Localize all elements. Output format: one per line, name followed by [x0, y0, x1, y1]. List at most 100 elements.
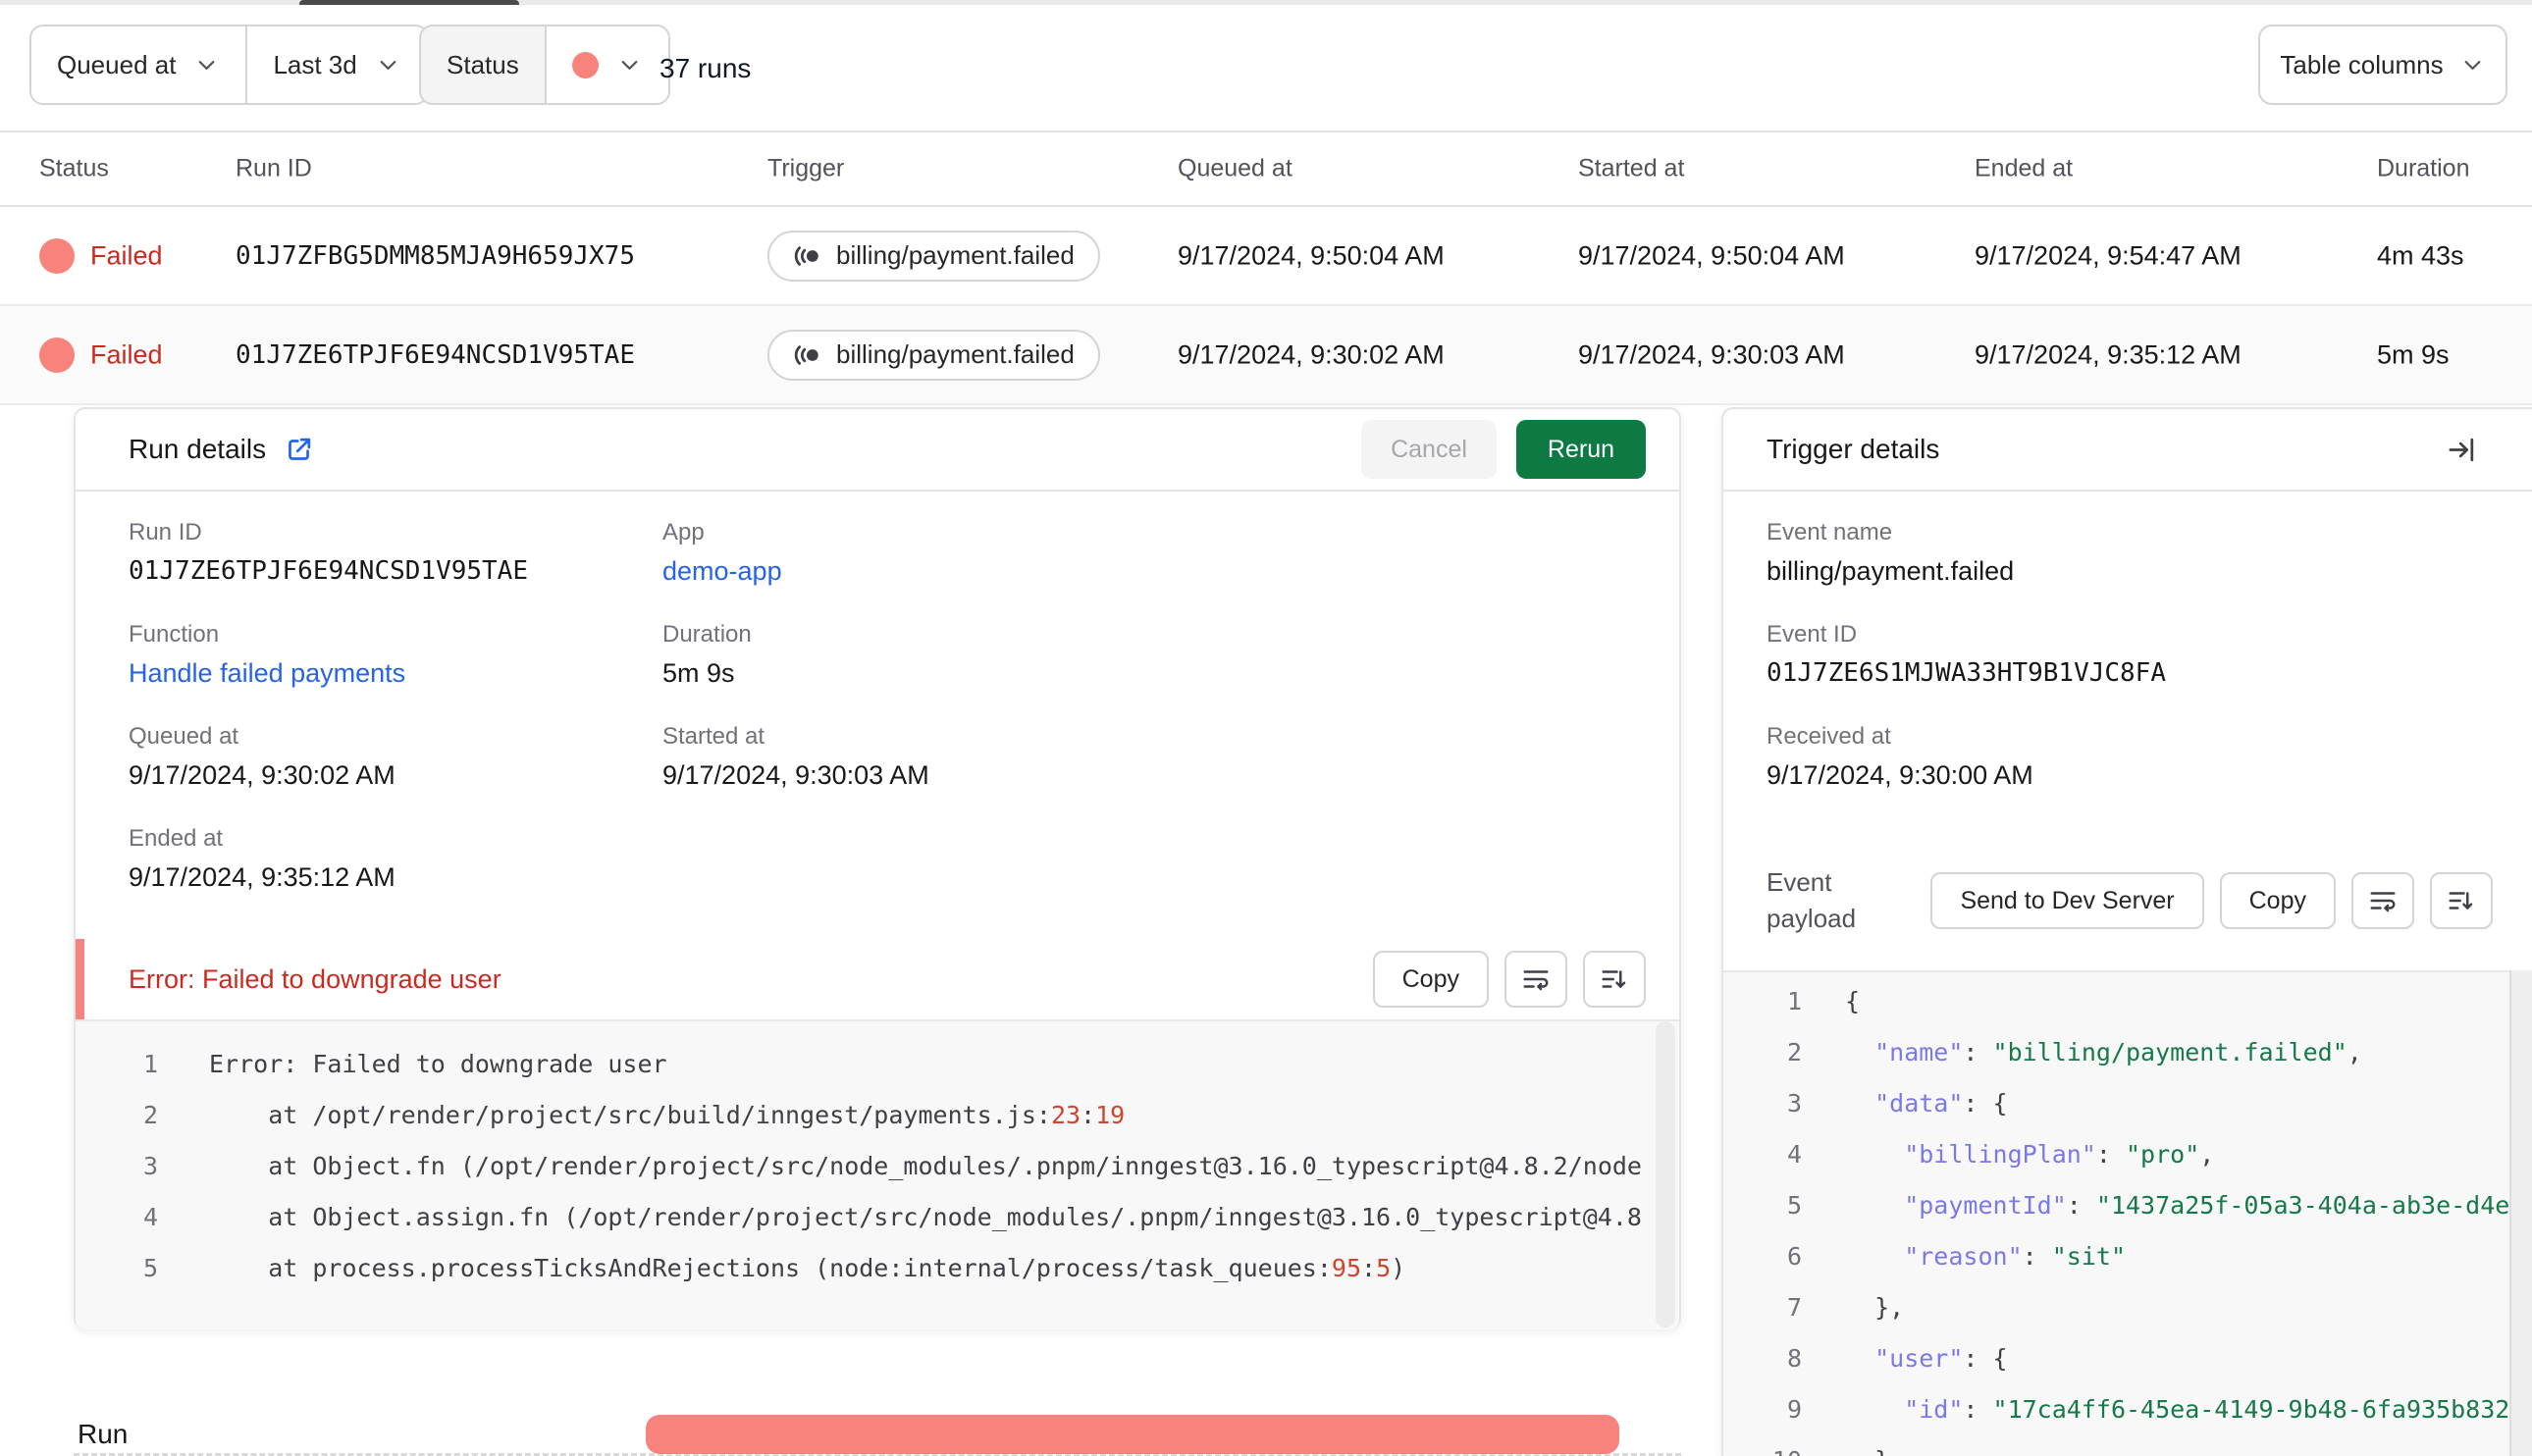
code-line: 3 "data": { [1723, 1078, 2532, 1129]
rerun-button[interactable]: Rerun [1515, 420, 1646, 479]
failed-status-dot-icon [39, 337, 75, 373]
code-line: 7 }, [1723, 1282, 2532, 1333]
code-line: 2 "name": "billing/payment.failed", [1723, 1027, 2532, 1078]
line-number: 7 [1786, 1293, 1802, 1322]
line-number: 3 [1786, 1089, 1802, 1118]
duration-field: Duration 5m 9s [662, 621, 752, 689]
event-name-label: Event name [1767, 519, 1893, 546]
status-filter-label: Status [421, 26, 545, 103]
received-at-label: Received at [1767, 723, 1891, 750]
copy-payload-button[interactable]: Copy [2219, 872, 2336, 929]
payload-scrollbar[interactable] [2509, 970, 2532, 1456]
copy-error-button[interactable]: Copy [1372, 951, 1489, 1008]
line-number: 4 [1786, 1140, 1802, 1169]
line-number: 3 [142, 1152, 158, 1180]
line-number: 4 [142, 1203, 158, 1231]
line-number: 1 [142, 1050, 158, 1078]
word-wrap-button[interactable] [1504, 951, 1567, 1008]
run-timeline-bar[interactable] [646, 1415, 1619, 1454]
started-at-value: 9/17/2024, 9:30:03 AM [1578, 339, 1845, 369]
runs-page: Queued at Last 3d Status 37 runs Table c… [0, 0, 2532, 1456]
function-link[interactable]: Handle failed payments [129, 658, 405, 688]
duration-value: 5m 9s [2377, 339, 2450, 369]
failed-status-dot-icon [571, 51, 599, 78]
scroll-to-bottom-icon [1602, 970, 1626, 988]
column-header-status: Status [39, 154, 109, 182]
scroll-to-bottom-button[interactable] [1583, 951, 1646, 1008]
stack-trace-scrollbar[interactable] [1656, 1021, 1675, 1327]
chevron-down-icon [380, 60, 396, 70]
run-id-value: 01J7ZE6TPJF6E94NCSD1V95TAE [129, 556, 528, 586]
run-details-title: Run details [129, 434, 267, 464]
table-columns-button[interactable]: Table columns [2258, 25, 2507, 105]
trigger-event-name: billing/payment.failed [836, 339, 1075, 369]
collapse-right-icon [2449, 438, 2474, 461]
queued-at-label: Queued at [129, 723, 239, 750]
code-line: 8 "user": { [1723, 1333, 2532, 1384]
event-payload-header: Event payload Send to Dev Server Copy [1723, 831, 2532, 970]
duration-value: 4m 43s [2377, 240, 2464, 270]
queued-at-value: 9/17/2024, 9:30:02 AM [1178, 339, 1445, 369]
line-number: 5 [142, 1254, 158, 1282]
code-line: 6 "reason": "sit" [1723, 1231, 2532, 1282]
function-field: Function Handle failed payments [129, 621, 405, 689]
word-wrap-button[interactable] [2351, 872, 2414, 929]
queued-at-filter-label: Queued at [57, 49, 177, 79]
line-number: 9 [1786, 1395, 1802, 1424]
received-at-field: Received at 9/17/2024, 9:30:00 AM [1767, 723, 2033, 791]
scroll-to-bottom-button[interactable] [2430, 872, 2493, 929]
started-at-field: Started at 9/17/2024, 9:30:03 AM [662, 723, 929, 791]
ended-at-label: Ended at [129, 825, 224, 852]
started-at-value: 9/17/2024, 9:30:03 AM [662, 760, 929, 790]
word-wrap-icon [1523, 970, 1549, 991]
collapse-panel-button[interactable] [2447, 435, 2477, 465]
app-field: App demo-app [662, 519, 782, 587]
status-text: Failed [90, 240, 163, 270]
runs-table: Status Run ID Trigger Queued at Started … [0, 132, 2532, 405]
chevron-down-icon [199, 60, 215, 70]
code-line: 9 "id": "17ca4ff6-45ea-4149-9b48-6fa935b… [1723, 1384, 2532, 1435]
duration-value: 5m 9s [662, 658, 735, 688]
event-pulse-icon [794, 344, 818, 365]
queued-at-filter-button[interactable]: Queued at [31, 26, 246, 103]
trigger-cell: billing/payment.failed [767, 230, 1100, 282]
table-row[interactable]: Failed 01J7ZFBG5DMM85MJA9H659JX75 billin… [0, 207, 2532, 306]
event-id-value: 01J7ZE6S1MJWA33HT9B1VJC8FA [1767, 658, 2166, 688]
time-range-filter-button[interactable]: Last 3d [245, 26, 427, 103]
cancel-button[interactable]: Cancel [1361, 420, 1497, 479]
run-timeline: Run [74, 1405, 1681, 1456]
error-stack-trace: 1 Error: Failed to downgrade user 2 at /op… [76, 1019, 1679, 1329]
code-line: 2 at /opt/render/project/src/build/innge… [76, 1090, 1679, 1141]
line-number: 5 [1786, 1191, 1802, 1220]
event-id-field: Event ID 01J7ZE6S1MJWA33HT9B1VJC8FA [1767, 621, 2166, 688]
event-name-value: billing/payment.failed [1767, 556, 2015, 586]
send-to-dev-server-button[interactable]: Send to Dev Server [1930, 872, 2204, 929]
code-line: 1 Error: Failed to downgrade user [76, 1039, 1679, 1090]
word-wrap-icon [2370, 892, 2396, 912]
event-id-label: Event ID [1767, 621, 1858, 648]
column-header-duration: Duration [2377, 154, 2470, 182]
runs-count: 37 runs [659, 53, 752, 83]
trigger-cell: billing/payment.failed [767, 329, 1100, 381]
trigger-details-panel: Trigger details Event name billing/payme… [1721, 407, 2532, 1456]
duration-label: Duration [662, 621, 752, 648]
code-line: 5 "paymentId": "1437a25f-05a3-404a-ab3e-… [1723, 1180, 2532, 1231]
column-header-ended-at: Ended at [1975, 154, 2074, 182]
failed-status-dot-icon [39, 237, 75, 274]
table-row-selected[interactable]: Failed 01J7ZE6TPJF6E94NCSD1V95TAE billin… [0, 306, 2532, 405]
column-header-queued-at: Queued at [1178, 154, 1292, 182]
trigger-event-badge[interactable]: billing/payment.failed [767, 230, 1100, 282]
line-number: 2 [1786, 1038, 1802, 1066]
status-filter-value-button[interactable] [544, 26, 668, 103]
app-link[interactable]: demo-app [662, 556, 782, 586]
run-details-header: Run details Cancel Rerun [76, 409, 1679, 492]
scroll-to-bottom-icon [2449, 892, 2473, 910]
line-number: 8 [1786, 1344, 1802, 1373]
filters-toolbar: Queued at Last 3d Status 37 runs Table c… [0, 5, 2532, 132]
chevron-down-icon [2464, 60, 2480, 70]
code-line: 3 at Object.fn (/opt/render/project/src/… [76, 1141, 1679, 1192]
trigger-details-title: Trigger details [1767, 434, 1940, 464]
queued-at-value: 9/17/2024, 9:50:04 AM [1178, 240, 1445, 270]
trigger-event-badge[interactable]: billing/payment.failed [767, 329, 1100, 381]
open-run-external-link-icon[interactable] [284, 435, 314, 465]
